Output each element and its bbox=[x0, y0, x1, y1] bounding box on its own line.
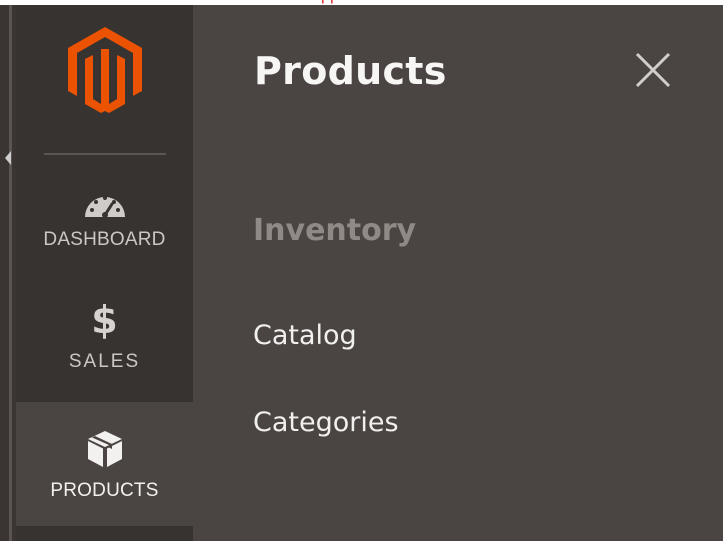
close-button[interactable] bbox=[633, 50, 673, 90]
product-box-icon bbox=[16, 429, 193, 473]
sidebar-item-label: SALES bbox=[68, 351, 141, 372]
dashboard-gauge-icon bbox=[16, 187, 193, 223]
flyout-title: Products bbox=[254, 49, 447, 93]
sidebar-item-next bbox=[16, 526, 193, 541]
sidebar-item-sales[interactable]: $ SALES bbox=[16, 295, 193, 413]
sidebar-item-products[interactable]: PRODUCTS bbox=[16, 402, 193, 526]
menu-link-categories[interactable]: Categories bbox=[253, 407, 399, 438]
products-flyout-panel: Products Inventory Catalog Categories bbox=[193, 5, 723, 541]
magento-logo[interactable] bbox=[68, 27, 142, 113]
magento-logo-icon bbox=[68, 27, 142, 113]
close-icon bbox=[635, 52, 671, 88]
collapse-arrow-icon[interactable] bbox=[5, 151, 11, 165]
sidebar-divider bbox=[44, 153, 166, 155]
page-edge bbox=[0, 5, 16, 541]
sidebar-item-dashboard[interactable]: DASHBOARD bbox=[16, 177, 193, 295]
sidebar-item-label: DASHBOARD bbox=[43, 229, 166, 250]
menu-link-catalog[interactable]: Catalog bbox=[253, 320, 357, 351]
edge-divider bbox=[9, 5, 12, 541]
admin-sidebar: DASHBOARD $ SALES PRODUCTS bbox=[16, 5, 193, 541]
section-heading-inventory: Inventory bbox=[253, 213, 417, 248]
dollar-icon: $ bbox=[91, 298, 118, 342]
admin-page: Д bbox=[0, 0, 723, 541]
sidebar-item-label: PRODUCTS bbox=[50, 480, 159, 501]
